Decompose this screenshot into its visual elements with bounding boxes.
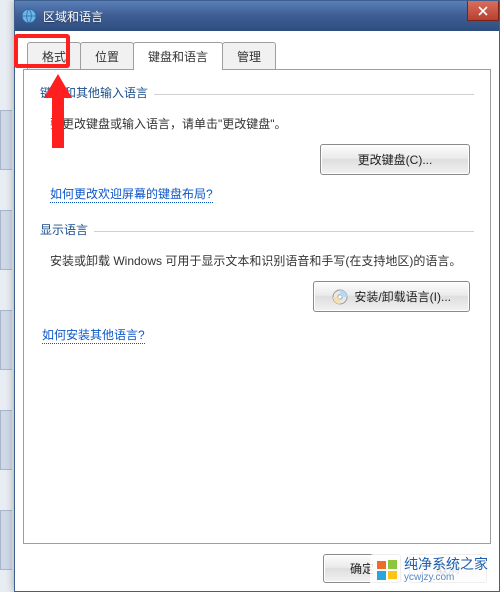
close-icon [478, 6, 488, 16]
background-thumbnails [0, 110, 12, 570]
install-uninstall-languages-label: 安装/卸载语言(I)... [354, 288, 451, 305]
keyboard-group-heading: 键盘和其他输入语言 [40, 84, 148, 101]
welcome-screen-keyboard-link[interactable]: 如何更改欢迎屏幕的键盘布局? [50, 185, 213, 203]
watermark: 纯净系统之家 ycwjzy.com [370, 554, 494, 586]
change-keyboards-button[interactable]: 更改键盘(C)... [320, 144, 470, 175]
display-language-body: 安装或卸载 Windows 可用于显示文本和识别语音和手写(在支持地区)的语言。 [50, 252, 474, 271]
cd-icon [332, 289, 348, 305]
windows-logo-icon [376, 559, 398, 581]
content-area: 格式 位置 键盘和语言 管理 键盘和其他输入语言 要更改键盘或输入语言，请单击"… [15, 31, 499, 591]
display-language-heading: 显示语言 [40, 221, 88, 238]
keyboard-group-body: 要更改键盘或输入语言，请单击"更改键盘"。 [50, 115, 474, 134]
tab-location[interactable]: 位置 [80, 42, 134, 70]
how-to-install-languages-link[interactable]: 如何安装其他语言? [42, 326, 145, 344]
tab-format[interactable]: 格式 [27, 42, 81, 70]
change-keyboards-label: 更改键盘(C)... [358, 151, 433, 168]
region-language-dialog: 区域和语言 格式 位置 键盘和语言 管理 键盘和其他输入语言 要更改键盘或输入语… [14, 0, 500, 592]
divider [154, 94, 474, 95]
window-controls [468, 1, 499, 21]
watermark-url: ycwjzy.com [404, 572, 488, 583]
divider [94, 231, 474, 232]
titlebar: 区域和语言 [15, 1, 499, 31]
globe-icon [21, 8, 37, 24]
tab-keyboards-languages[interactable]: 键盘和语言 [133, 42, 223, 70]
watermark-text: 纯净系统之家 [404, 557, 488, 572]
install-uninstall-languages-button[interactable]: 安装/卸载语言(I)... [313, 281, 470, 312]
close-button[interactable] [467, 1, 499, 21]
window-title: 区域和语言 [43, 8, 103, 25]
tab-admin[interactable]: 管理 [222, 42, 276, 70]
tab-panel-keyboards: 键盘和其他输入语言 要更改键盘或输入语言，请单击"更改键盘"。 更改键盘(C).… [23, 69, 491, 544]
tab-strip: 格式 位置 键盘和语言 管理 [23, 41, 491, 69]
